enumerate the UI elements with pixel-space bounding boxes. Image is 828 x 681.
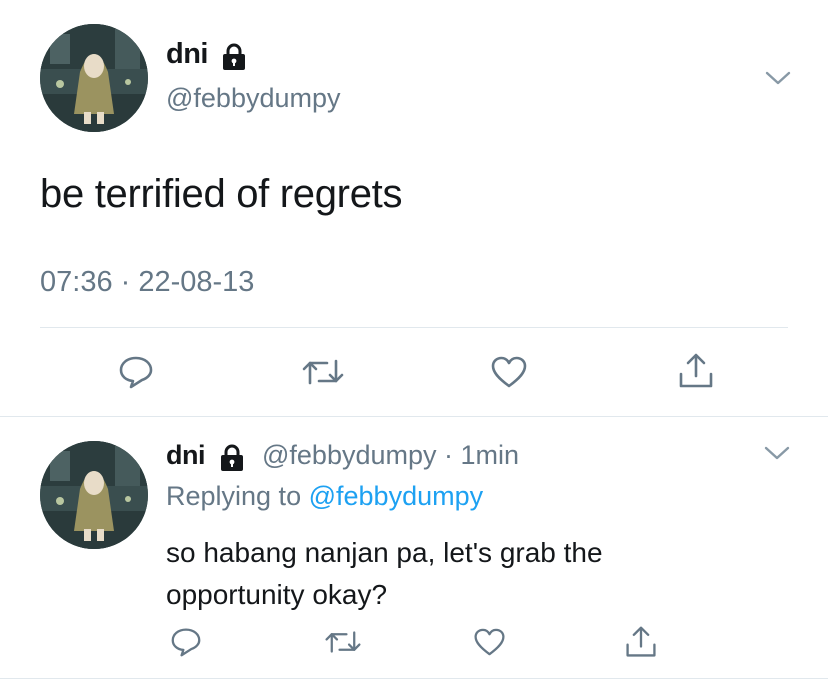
handle-and-time[interactable]: @febbydumpy · 1min	[262, 440, 519, 471]
share-icon[interactable]	[624, 625, 658, 664]
tweet-text-line: so habang nanjan pa, let's grab the	[166, 537, 603, 568]
lock-icon	[219, 444, 245, 477]
like-icon[interactable]	[490, 355, 528, 394]
display-name[interactable]: dni	[166, 38, 209, 71]
chevron-down-icon[interactable]	[765, 70, 791, 91]
replying-to: Replying to @febbydumpy	[166, 481, 483, 512]
tweet-text: so habang nanjan pa, let's grab the oppo…	[166, 532, 766, 616]
reply-icon[interactable]	[118, 355, 154, 394]
timestamp[interactable]: 07:36 · 22-08-13	[40, 266, 254, 299]
divider	[40, 327, 788, 328]
retweet-icon[interactable]	[324, 627, 362, 662]
retweet-icon[interactable]	[301, 355, 345, 394]
user-handle[interactable]: @febbydumpy	[166, 83, 341, 114]
mention-link[interactable]: @febbydumpy	[309, 481, 484, 511]
divider	[0, 678, 828, 679]
avatar[interactable]	[40, 441, 148, 549]
avatar[interactable]	[40, 24, 148, 132]
like-icon[interactable]	[473, 627, 506, 662]
display-name[interactable]: dni	[166, 440, 206, 471]
reply-icon[interactable]	[170, 627, 202, 662]
tweet-text: be terrified of regrets	[40, 172, 403, 216]
chevron-down-icon[interactable]	[764, 445, 790, 466]
replying-prefix: Replying to	[166, 481, 302, 511]
share-icon[interactable]	[677, 352, 715, 395]
tweet-text-line: opportunity okay?	[166, 579, 388, 610]
lock-icon	[221, 43, 247, 76]
section-divider	[0, 416, 828, 417]
